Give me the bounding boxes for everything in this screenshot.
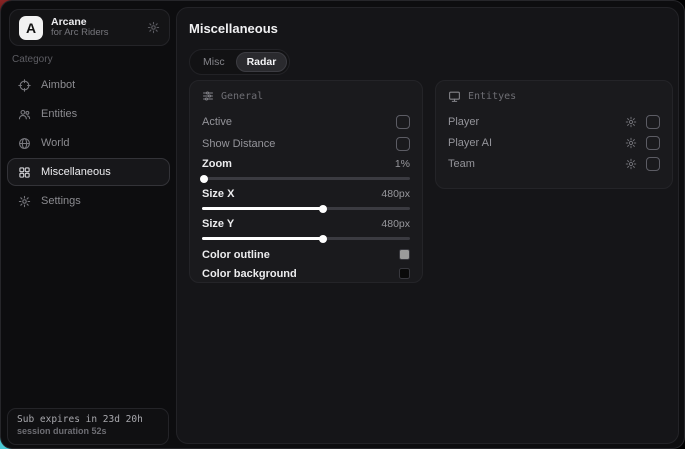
page-title: Miscellaneous [189, 21, 278, 36]
setting-label: Show Distance [202, 138, 275, 150]
sidebar-item-entities[interactable]: Entities [7, 100, 170, 128]
color-outline-swatch[interactable] [399, 249, 410, 260]
player-ai-checkbox[interactable] [646, 136, 660, 150]
slider-value: 1% [395, 158, 410, 170]
zoom-slider-thumb[interactable] [200, 175, 208, 183]
sidebar-item-label: Settings [41, 195, 81, 207]
entities-panel-title: Entityes [468, 91, 516, 102]
tab-misc[interactable]: Misc [192, 52, 236, 72]
sidebar-item-label: Entities [41, 108, 77, 120]
sidebar-item-label: World [41, 137, 70, 149]
setting-row-zoom: Zoom 1% [202, 155, 410, 185]
size-x-slider[interactable] [202, 207, 410, 210]
app-settings-gear-icon[interactable] [147, 21, 160, 34]
app-subtitle: for Arc Riders [51, 28, 139, 39]
sidebar-item-settings[interactable]: Settings [7, 187, 170, 215]
setting-row-color-background: Color background [202, 264, 410, 283]
color-background-swatch[interactable] [399, 268, 410, 279]
team-checkbox[interactable] [646, 157, 660, 171]
tab-radar[interactable]: Radar [236, 52, 288, 72]
app-logo: A [19, 16, 43, 40]
setting-label: Color outline [202, 249, 270, 261]
session-duration-text: session duration 52s [17, 426, 159, 436]
entities-panel: Entityes Player P [435, 80, 673, 189]
tab-bar: Misc Radar [189, 49, 290, 75]
slider-value: 480px [381, 188, 410, 200]
team-config-gear-icon[interactable] [625, 158, 637, 170]
setting-label: Size X [202, 188, 234, 200]
sidebar-nav: Aimbot Entities [7, 71, 170, 215]
active-checkbox[interactable] [396, 115, 410, 129]
size-y-slider[interactable] [202, 237, 410, 240]
setting-label: Color background [202, 268, 297, 280]
arcane-window: A Arcane for Arc Riders Category [0, 0, 685, 449]
entity-label: Player [448, 116, 479, 128]
sidebar-item-label: Aimbot [41, 79, 75, 91]
sidebar-item-aimbot[interactable]: Aimbot [7, 71, 170, 99]
entity-row-player-ai: Player AI [448, 132, 660, 153]
zoom-slider[interactable] [202, 177, 410, 180]
setting-label: Size Y [202, 218, 234, 230]
subscription-card: Sub expires in 23d 20h session duration … [7, 408, 169, 445]
setting-row-active: Active [202, 111, 410, 133]
sidebar: A Arcane for Arc Riders Category [1, 1, 176, 448]
main-content: Miscellaneous Misc Radar General [176, 7, 679, 444]
entity-row-player: Player [448, 111, 660, 132]
users-icon [18, 108, 31, 121]
monitor-icon [448, 90, 461, 103]
sub-expires-text: Sub expires in 23d 20h [17, 414, 159, 425]
grid-icon [18, 166, 31, 179]
sidebar-item-world[interactable]: World [7, 129, 170, 157]
entity-row-team: Team [448, 153, 660, 174]
gear-icon [18, 195, 31, 208]
crosshair-icon [18, 79, 31, 92]
desktop-background: A Arcane for Arc Riders Category [0, 0, 685, 449]
sliders-icon [202, 90, 214, 102]
general-panel: General Active Show Distance Zoom 1% [189, 80, 423, 283]
general-panel-title: General [221, 91, 263, 102]
setting-row-color-outline: Color outline [202, 245, 410, 264]
sidebar-item-label: Miscellaneous [41, 166, 111, 178]
player-checkbox[interactable] [646, 115, 660, 129]
player-ai-config-gear-icon[interactable] [625, 137, 637, 149]
sidebar-item-miscellaneous[interactable]: Miscellaneous [7, 158, 170, 186]
entity-label: Player AI [448, 137, 492, 149]
player-config-gear-icon[interactable] [625, 116, 637, 128]
setting-label: Zoom [202, 158, 232, 170]
category-label: Category [12, 54, 53, 65]
globe-icon [18, 137, 31, 150]
setting-row-show-distance: Show Distance [202, 133, 410, 155]
size-y-slider-thumb[interactable] [319, 235, 327, 243]
size-x-slider-thumb[interactable] [319, 205, 327, 213]
setting-row-size-x: Size X 480px [202, 185, 410, 215]
slider-value: 480px [381, 218, 410, 230]
entity-label: Team [448, 158, 475, 170]
setting-label: Active [202, 116, 232, 128]
app-header-card: A Arcane for Arc Riders [9, 9, 170, 46]
show-distance-checkbox[interactable] [396, 137, 410, 151]
setting-row-size-y: Size Y 480px [202, 215, 410, 245]
